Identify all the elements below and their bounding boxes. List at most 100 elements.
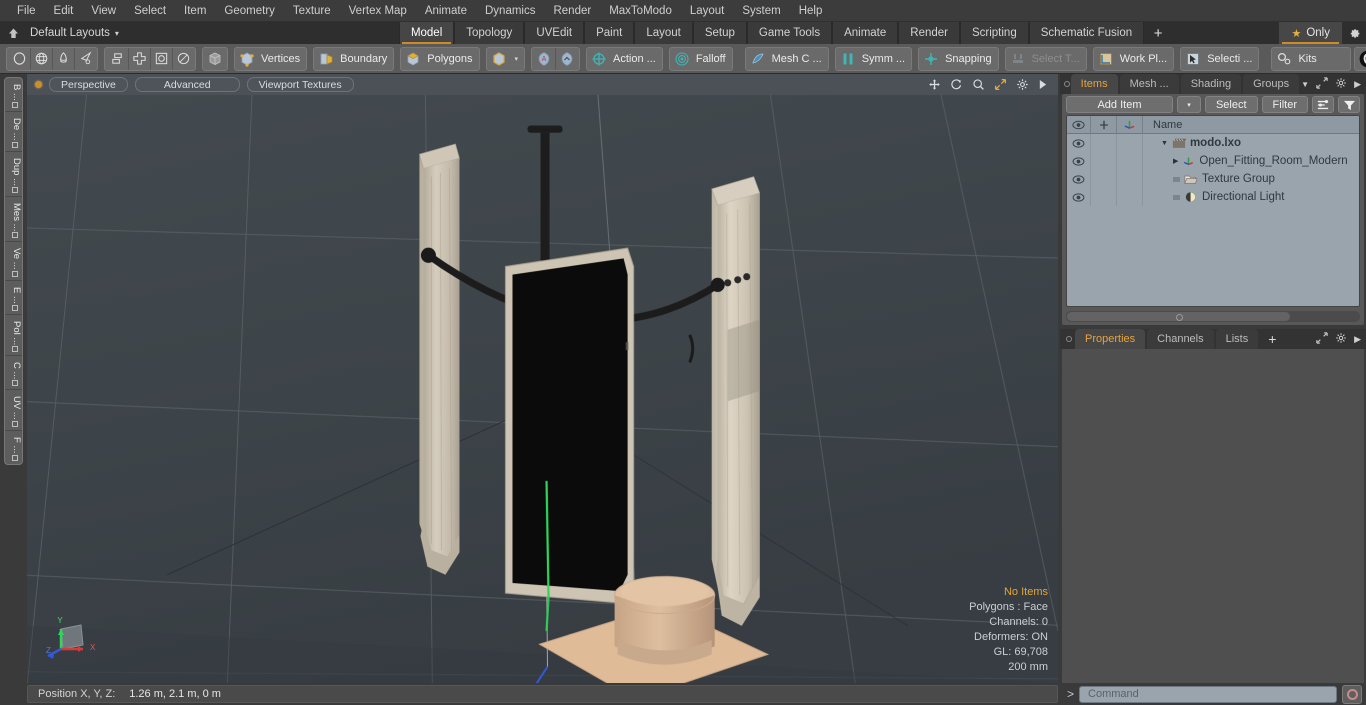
cube-icon[interactable] [204, 48, 226, 70]
menu-item-help[interactable]: Help [790, 0, 832, 22]
menu-item-layout[interactable]: Layout [681, 0, 734, 22]
select-through-a-icon[interactable]: A [533, 48, 555, 70]
left-tab-vertex[interactable]: Ve ... [5, 241, 22, 280]
3d-viewport[interactable]: Y X Z No Items Polygons : Face Channels:… [27, 95, 1058, 683]
left-tab-deform[interactable]: De ... [5, 110, 22, 151]
row-lock-cell[interactable] [1091, 152, 1117, 170]
row-eye-toggle[interactable] [1067, 134, 1091, 152]
left-tab-duplicate[interactable]: Dup ... [5, 150, 22, 196]
select-button[interactable]: Select [1204, 96, 1258, 113]
circle-outline-icon[interactable] [172, 47, 194, 70]
rotate-icon[interactable] [950, 78, 963, 91]
add-item-button[interactable]: Add Item [1066, 96, 1173, 113]
sphere-icon[interactable] [8, 48, 30, 70]
modo-icon[interactable] [1356, 48, 1366, 70]
tab-game-tools[interactable]: Game Tools [746, 22, 833, 44]
home-icon[interactable] [0, 22, 26, 44]
zoom-icon[interactable] [972, 78, 985, 91]
tab-topology[interactable]: Topology [454, 22, 525, 44]
panel-tab-channels[interactable]: Channels [1147, 329, 1214, 349]
panel-tab-lists[interactable]: Lists [1215, 329, 1259, 349]
kits-group[interactable]: Kits [1271, 46, 1352, 71]
chevron-down-icon[interactable]: ▼ [1301, 80, 1309, 89]
layout-selector[interactable]: Default Layouts ▾ [26, 22, 129, 44]
play-icon[interactable] [1038, 79, 1047, 90]
snapping-group[interactable]: Snapping [918, 46, 999, 71]
menu-item-vertex-map[interactable]: Vertex Map [340, 0, 416, 22]
row-lock-cell[interactable] [1091, 188, 1117, 206]
tab-layout[interactable]: Layout [634, 22, 693, 44]
stack-icon[interactable] [106, 48, 128, 70]
only-button[interactable]: ★ Only [1279, 22, 1342, 44]
tab-animate[interactable]: Animate [832, 22, 899, 44]
menu-item-file[interactable]: File [8, 0, 45, 22]
row-eye-toggle[interactable] [1067, 152, 1091, 170]
row-axis-cell[interactable] [1117, 152, 1143, 170]
row-lock-cell[interactable] [1091, 170, 1117, 188]
tab-setup[interactable]: Setup [692, 22, 747, 44]
row-eye-toggle[interactable] [1067, 188, 1091, 206]
gear-icon[interactable] [1335, 332, 1347, 347]
left-tab-basic[interactable]: B ... [5, 78, 22, 111]
expand-icon[interactable] [1316, 76, 1328, 92]
row-name-cell[interactable]: Texture Group [1143, 170, 1359, 188]
panel-tab-items[interactable]: Items [1070, 74, 1118, 94]
menu-item-item[interactable]: Item [175, 0, 215, 22]
scrollbar-thumb[interactable] [1067, 312, 1291, 321]
table-row[interactable]: ▼ modo.lxo [1067, 134, 1359, 152]
select-through-b-icon[interactable] [555, 47, 578, 70]
tab-model[interactable]: Model [398, 22, 455, 44]
menu-item-dynamics[interactable]: Dynamics [476, 0, 544, 22]
table-row[interactable]: Directional Light [1067, 188, 1359, 206]
items-horizontal-scrollbar[interactable] [1066, 311, 1360, 322]
tab-render[interactable]: Render [898, 22, 960, 44]
funnel-icon[interactable] [1338, 96, 1360, 113]
cross-icon[interactable] [128, 47, 150, 70]
left-tab-polygon[interactable]: Pol ... [5, 313, 22, 355]
record-icon[interactable] [1342, 684, 1362, 704]
menu-item-select[interactable]: Select [125, 0, 175, 22]
panel-tab-mesh[interactable]: Mesh ... [1119, 74, 1179, 94]
viewport-perspective-button[interactable]: Perspective [49, 77, 128, 92]
menu-item-geometry[interactable]: Geometry [215, 0, 284, 22]
work-plane-group[interactable]: Work Pl... [1092, 46, 1175, 71]
menu-item-render[interactable]: Render [544, 0, 600, 22]
row-name-cell[interactable]: ▼ modo.lxo [1143, 134, 1359, 152]
menu-item-view[interactable]: View [82, 0, 125, 22]
table-row[interactable]: Texture Group [1067, 170, 1359, 188]
properties-content[interactable] [1062, 349, 1364, 683]
expand-icon[interactable] [1316, 331, 1328, 347]
row-eye-toggle[interactable] [1067, 170, 1091, 188]
row-axis-cell[interactable] [1117, 188, 1143, 206]
expand-triangle-icon[interactable]: ▼ [1161, 140, 1168, 147]
items-mode-group[interactable]: ▾ [485, 46, 526, 71]
add-tab-button[interactable]: + [1144, 22, 1173, 44]
row-axis-cell[interactable] [1117, 170, 1143, 188]
left-tab-edge[interactable]: E ... [5, 279, 22, 314]
tab-paint[interactable]: Paint [584, 22, 635, 44]
panel-tab-shading[interactable]: Shading [1180, 74, 1242, 94]
cone-icon[interactable] [52, 47, 74, 70]
filter-button[interactable]: Filter [1261, 96, 1308, 113]
gear-icon[interactable] [1016, 78, 1029, 91]
row-name-cell[interactable]: Directional Light [1143, 188, 1359, 206]
tab-schematic-fusion[interactable]: Schematic Fusion [1028, 22, 1145, 44]
selection-set-group[interactable]: Selecti ... [1180, 46, 1260, 71]
selection-mode-polygons[interactable]: Polygons [400, 46, 480, 71]
add-item-dropdown[interactable]: ▾ [1176, 96, 1201, 113]
tab-uvedit[interactable]: UVEdit [524, 22, 585, 44]
panel-tab-groups[interactable]: Groups [1243, 74, 1300, 94]
left-tab-uv[interactable]: UV ... [5, 389, 22, 430]
gear-icon[interactable] [1335, 77, 1347, 92]
square-in-square-icon[interactable] [150, 47, 172, 70]
menu-item-texture[interactable]: Texture [284, 0, 340, 22]
left-tab-mesh[interactable]: Mes ... [5, 195, 22, 242]
list-view-icon[interactable] [1312, 96, 1334, 113]
panel-tab-add[interactable]: + [1260, 329, 1284, 349]
select-through-group[interactable]: Select T... [1004, 46, 1087, 71]
globe-icon[interactable] [30, 47, 52, 70]
play-icon[interactable]: ▶ [1354, 79, 1361, 90]
left-tab-fusion[interactable]: F ... [5, 430, 22, 463]
table-row[interactable]: ▶ Open_Fitting_Room_Modern [1067, 152, 1359, 170]
left-tab-curve[interactable]: C ... [5, 354, 22, 389]
